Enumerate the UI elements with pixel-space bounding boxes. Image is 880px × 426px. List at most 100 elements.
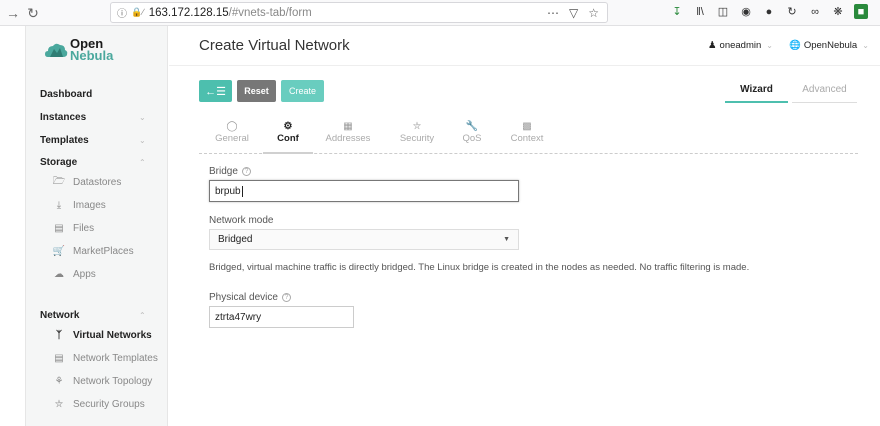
cart-icon: 🛒: [52, 245, 66, 257]
sidebar-item-security-groups[interactable]: ⛦ Security Groups: [52, 398, 145, 410]
sidebar-item-network-templates[interactable]: ▤ Network Templates: [52, 352, 158, 364]
library-icon[interactable]: ‖\: [693, 4, 707, 19]
tab-label: QoS: [462, 133, 482, 144]
table-icon: ▦: [343, 121, 353, 132]
active-tab-indicator: [263, 152, 313, 154]
reset-button[interactable]: Reset: [237, 80, 276, 102]
sidebar-item-network-topology[interactable]: ⚘ Network Topology: [52, 375, 153, 387]
sidebar-item-datastores[interactable]: 🗁 Datastores: [52, 175, 122, 188]
url-host: 163.172.128.15: [148, 6, 229, 19]
physical-device-label-text: Physical device: [209, 292, 278, 303]
reload-icon[interactable]: ↻: [22, 2, 44, 24]
sidebar-item-marketplaces[interactable]: 🛒 MarketPlaces: [52, 245, 134, 257]
url-bar[interactable]: ⓘ 🔒∕ 163.172.128.15/#vnets-tab/form ⋯ ▽ …: [110, 2, 608, 23]
globe-icon: 🌐: [789, 40, 801, 51]
tab-qos[interactable]: 🔧 QoS: [447, 121, 497, 144]
code-fork-icon: ᛉ: [56, 329, 62, 341]
sitemap-icon: ⚘: [54, 375, 64, 387]
sidebar-item-storage[interactable]: Storage: [40, 157, 77, 168]
bridge-input[interactable]: brpub: [209, 180, 519, 202]
user-menu[interactable]: ♟ oneadmin ⌄: [708, 40, 773, 51]
sidebar-icon[interactable]: ◫: [716, 4, 730, 19]
back-arrow-icon[interactable]: →: [2, 2, 24, 24]
sync-icon[interactable]: ↻: [785, 4, 799, 19]
sidebar-item-virtual-networks[interactable]: ᛉ Virtual Networks: [52, 329, 152, 341]
tab-conf[interactable]: ⚙ Conf: [263, 121, 313, 144]
tab-security[interactable]: ⛦ Security: [392, 121, 442, 144]
download-icon[interactable]: ↧: [670, 4, 684, 19]
folder-icon: ▩: [522, 121, 532, 132]
header-divider: [169, 65, 880, 66]
chevron-up-icon[interactable]: ⌃: [139, 158, 146, 167]
network-mode-value: Bridged: [218, 234, 253, 245]
chevron-down-icon[interactable]: ⌄: [139, 113, 146, 122]
network-mode-label: Network mode: [209, 215, 274, 226]
tab-addresses[interactable]: ▦ Addresses: [323, 121, 373, 144]
sidebar-item-templates[interactable]: Templates: [40, 135, 89, 146]
network-mode-description: Bridged, virtual machine traffic is dire…: [209, 262, 750, 273]
sidebar-item-label: MarketPlaces: [73, 245, 134, 257]
download-icon: ⤓: [56, 199, 62, 211]
tab-wizard[interactable]: Wizard: [725, 84, 788, 103]
physical-device-value: ztrta47wry: [215, 311, 262, 323]
bookmark-star-icon[interactable]: ☆: [588, 6, 599, 20]
globe-icon: ◯: [226, 121, 238, 132]
chevron-down-icon: ⌄: [862, 41, 869, 50]
physical-device-input[interactable]: ztrta47wry: [209, 306, 354, 328]
back-button[interactable]: ←☰: [199, 80, 232, 102]
chevron-down-icon: ⌄: [766, 41, 773, 50]
zone-name: OpenNebula: [803, 40, 858, 51]
folder-open-icon: 🗁: [52, 175, 66, 187]
bridge-label-text: Bridge: [209, 166, 238, 177]
help-icon[interactable]: ?: [281, 293, 291, 302]
sidebar-item-dashboard[interactable]: Dashboard: [40, 89, 92, 100]
sidebar-item-label: Network Templates: [73, 352, 158, 364]
pocket-icon[interactable]: ▽: [569, 6, 578, 20]
page-actions-icon[interactable]: ⋯: [547, 6, 559, 20]
sidebar-item-label: Files: [73, 222, 95, 234]
create-button[interactable]: Create: [281, 80, 324, 102]
caret-down-icon: ▼: [503, 236, 510, 243]
tab-context[interactable]: ▩ Context: [502, 121, 552, 144]
sidebar-item-instances[interactable]: Instances: [40, 112, 86, 123]
tab-advanced[interactable]: Advanced: [792, 84, 857, 103]
cloud-download-icon: ☁: [54, 268, 64, 280]
chevron-up-icon[interactable]: ⌃: [139, 311, 146, 320]
logo-text-nebula: Nebula: [70, 48, 114, 63]
zone-menu[interactable]: 🌐 OpenNebula ⌄: [789, 40, 869, 51]
wrench-icon: 🔧: [465, 121, 479, 132]
sidebar-item-files[interactable]: ▤ Files: [52, 222, 94, 234]
extension-icon[interactable]: ●: [762, 4, 776, 19]
tab-label: General: [215, 133, 249, 144]
file-icon: ▤: [54, 222, 64, 234]
sidebar-item-label: Virtual Networks: [73, 329, 152, 341]
bridge-value: brpub: [215, 185, 241, 197]
bridge-label: Bridge ?: [209, 166, 251, 177]
screenshot-icon[interactable]: ◉: [739, 4, 753, 19]
tab-label: Conf: [277, 133, 299, 144]
link-icon[interactable]: ∞: [808, 4, 822, 19]
sidebar: Open Nebula Dashboard Instances ⌄ Templa…: [25, 26, 168, 426]
help-icon[interactable]: ?: [241, 167, 251, 176]
user-name: oneadmin: [719, 40, 762, 51]
tab-general[interactable]: ◯ General: [207, 121, 257, 144]
text-cursor: [241, 185, 243, 197]
logo[interactable]: Open Nebula: [44, 37, 114, 63]
opennebula-logo-icon: [45, 43, 68, 57]
network-mode-select[interactable]: Bridged ▼: [209, 229, 519, 250]
sidebar-item-network[interactable]: Network: [40, 310, 79, 321]
lock-icon: 🔒∕: [131, 7, 144, 17]
addon-icon[interactable]: ■: [854, 4, 868, 19]
sidebar-item-label: Images: [73, 199, 106, 211]
settings-icon[interactable]: ❋: [831, 4, 845, 19]
shield-icon: ⛦: [55, 398, 63, 410]
shield-icon: ⛦: [413, 121, 421, 132]
sidebar-item-apps[interactable]: ☁ Apps: [52, 268, 96, 280]
page-title: Create Virtual Network: [199, 37, 350, 54]
chevron-down-icon[interactable]: ⌄: [139, 136, 146, 145]
sidebar-item-label: Security Groups: [73, 398, 145, 410]
user-icon: ♟: [708, 40, 717, 51]
sidebar-item-images[interactable]: ⤓ Images: [52, 199, 106, 211]
tab-label: Context: [510, 133, 544, 144]
info-icon[interactable]: ⓘ: [117, 5, 127, 20]
